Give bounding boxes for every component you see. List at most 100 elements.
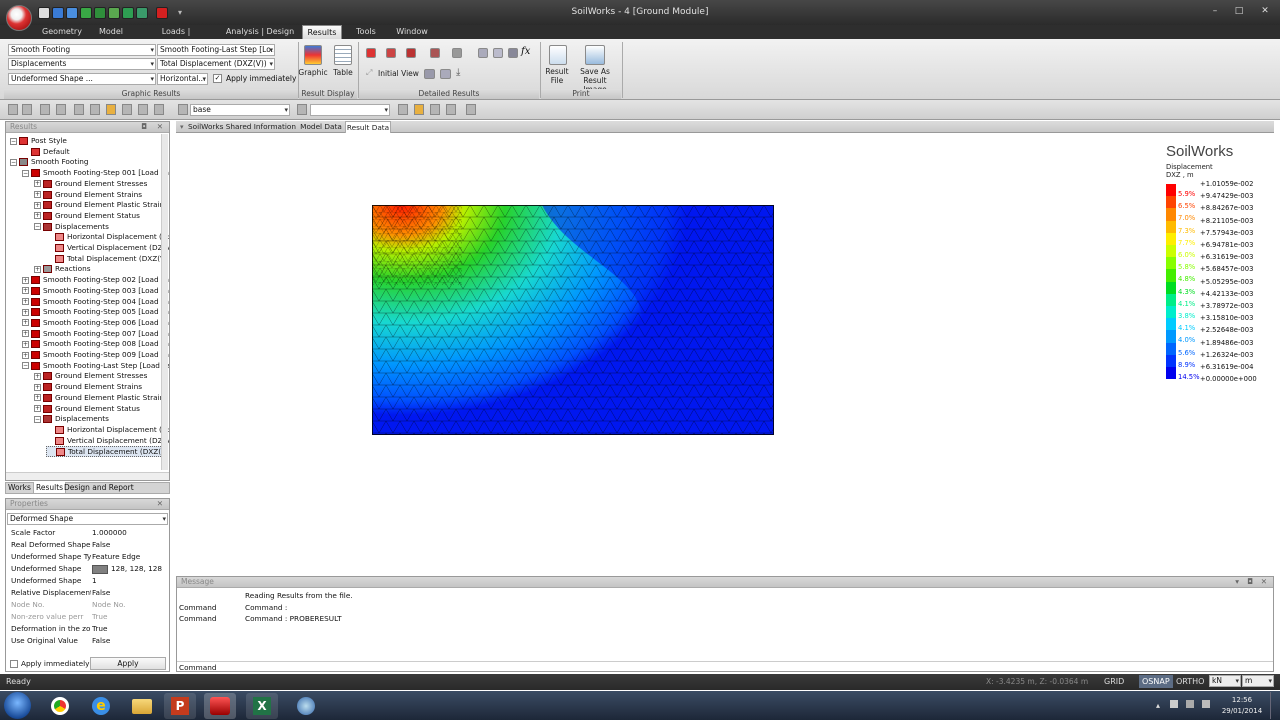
collapse-icon[interactable]: − — [10, 158, 17, 166]
panel-close-icon[interactable]: ✕ — [157, 122, 163, 132]
tree-item[interactable]: + Smooth Footing-Step 004 [Load Fac — [22, 297, 169, 308]
tree-item[interactable]: + Ground Element Plastic Strains — [34, 393, 168, 404]
excel-taskbar-icon[interactable]: X — [246, 693, 278, 719]
new-file-icon[interactable] — [38, 7, 50, 19]
apply-immediately-checkbox-props[interactable] — [10, 660, 18, 668]
capture-icon[interactable] — [424, 69, 435, 79]
internet-explorer-taskbar-icon[interactable]: e — [85, 693, 117, 719]
tree-item[interactable]: Horizontal Displacement (D: — [46, 425, 169, 436]
tab-design-and-report[interactable]: Design and Report — [64, 482, 134, 494]
table-button[interactable]: Table — [330, 68, 356, 77]
measure-icon[interactable] — [446, 104, 456, 115]
result-file-icon[interactable] — [549, 45, 567, 65]
deformed-icon[interactable] — [386, 48, 396, 58]
settings-icon[interactable] — [466, 104, 476, 115]
expand-icon[interactable]: + — [34, 265, 41, 273]
property-value[interactable]: False — [92, 587, 170, 599]
tree-item[interactable]: − Smooth Footing-Step 001 [Load Fac — [22, 168, 169, 179]
tree-item[interactable]: + Ground Element Stresses — [34, 179, 147, 190]
tree-item[interactable]: + Smooth Footing-Step 007 [Load Fac — [22, 329, 169, 340]
property-value[interactable]: True — [92, 623, 170, 635]
tree-item[interactable]: Total Displacement (DXZ(V — [46, 254, 165, 265]
property-row[interactable]: Real Deformed Shape False — [6, 539, 171, 551]
grid-icon[interactable] — [414, 104, 424, 115]
vector-icon[interactable] — [406, 48, 416, 58]
filter-icon[interactable] — [122, 104, 132, 115]
tree-item[interactable]: − Post Style — [10, 136, 67, 147]
initial-view-button[interactable]: Initial View — [378, 69, 420, 78]
graphic-icon[interactable] — [304, 45, 322, 65]
analysis-tool-icon[interactable] — [136, 7, 148, 19]
expand-icon[interactable]: + — [22, 340, 29, 348]
save-image-button-line1[interactable]: Save As — [573, 67, 617, 76]
direction-combo[interactable]: Horizontal... — [157, 73, 208, 85]
coordinate-system-combo[interactable] — [310, 104, 390, 116]
tab-works[interactable]: Works — [8, 482, 31, 494]
length-unit-combo[interactable]: m — [1242, 675, 1274, 687]
layer-combo[interactable]: base — [190, 104, 290, 116]
command-line[interactable]: Command — [177, 661, 1273, 672]
boundary-tool-icon[interactable] — [122, 7, 134, 19]
save-image-icon[interactable] — [585, 45, 605, 65]
property-value[interactable]: 1.000000 — [92, 527, 170, 539]
shape-combo[interactable]: Undeformed Shape ... — [8, 73, 156, 85]
tree-item[interactable]: + Ground Element Strains — [34, 190, 142, 201]
tree-item[interactable]: + Smooth Footing-Step 006 [Load Fac — [22, 318, 169, 329]
network-app-taskbar-icon[interactable] — [290, 693, 322, 719]
property-value[interactable]: True — [92, 611, 170, 623]
expand-icon[interactable]: + — [34, 383, 41, 391]
property-row[interactable]: Scale Factor 1.000000 — [6, 527, 171, 539]
force-unit-combo[interactable]: kN — [1209, 675, 1241, 687]
message-pin-icon[interactable]: ◘ — [1247, 577, 1253, 587]
collapse-icon[interactable]: − — [10, 137, 17, 145]
tab-analysis-design[interactable]: Analysis | Design — [222, 25, 298, 39]
property-row[interactable]: Undeformed Shape 1 — [6, 575, 171, 587]
collapse-icon[interactable]: − — [22, 169, 29, 177]
tab-geometry[interactable]: Geometry — [40, 25, 84, 39]
tree-item[interactable]: + Ground Element Plastic Strains — [34, 200, 168, 211]
expand-icon[interactable]: + — [22, 308, 29, 316]
expand-icon[interactable]: + — [34, 394, 41, 402]
help-icon[interactable] — [156, 7, 168, 19]
tab-window[interactable]: Window — [390, 25, 434, 39]
tree-item[interactable]: Horizontal Displacement (D: — [46, 232, 169, 243]
tray-volume-icon[interactable] — [1202, 700, 1210, 708]
tab-results-panel[interactable]: Results — [33, 482, 67, 494]
graphic-button[interactable]: Graphic — [297, 68, 329, 77]
highlight-icon[interactable] — [106, 104, 116, 115]
maximize-button[interactable]: □ — [1232, 6, 1246, 16]
expand-icon[interactable]: + — [34, 201, 41, 209]
contour-icon[interactable] — [366, 48, 376, 58]
history-icon[interactable] — [508, 48, 518, 58]
property-value[interactable]: 128, 128, 128 — [92, 563, 170, 575]
tab-tools[interactable]: Tools — [350, 25, 382, 39]
brush-icon[interactable] — [297, 104, 307, 115]
display-icon[interactable] — [138, 104, 148, 115]
open-file-icon[interactable] — [52, 7, 64, 19]
tab-list-icon[interactable]: ▾ — [180, 123, 184, 131]
property-value[interactable]: False — [92, 635, 170, 647]
message-close-icon[interactable]: ✕ — [1261, 577, 1267, 587]
probe-icon[interactable] — [430, 48, 440, 58]
tree-item[interactable]: + Ground Element Status — [34, 404, 140, 415]
property-value[interactable]: 1 — [92, 575, 170, 587]
redo-icon[interactable] — [22, 104, 32, 115]
result-file-button-line2[interactable]: File — [541, 76, 573, 85]
tray-arrow-icon[interactable]: ▴ — [1156, 701, 1160, 710]
tab-model[interactable]: Model — [92, 25, 130, 39]
tray-flag-icon[interactable] — [1170, 700, 1178, 708]
application-menu-button[interactable] — [6, 5, 32, 31]
osnap-toggle[interactable]: OSNAP — [1139, 675, 1173, 688]
mesh-tool-icon[interactable] — [94, 7, 106, 19]
tree-item[interactable]: Vertical Displacement (DZ(V — [46, 436, 169, 447]
clock-date[interactable]: 29/01/2014 — [1218, 707, 1266, 715]
apply-immediately-checkbox[interactable]: ✓ — [213, 74, 222, 83]
powerpoint-taskbar-icon[interactable]: P — [164, 693, 196, 719]
collapse-icon[interactable]: − — [34, 223, 41, 231]
message-menu-icon[interactable]: ▾ — [1235, 577, 1239, 587]
pan-icon[interactable] — [90, 104, 100, 115]
collapse-icon[interactable]: − — [22, 362, 29, 370]
expand-icon[interactable]: + — [22, 298, 29, 305]
expand-icon[interactable]: + — [22, 276, 29, 284]
expand-icon[interactable]: + — [34, 372, 41, 380]
